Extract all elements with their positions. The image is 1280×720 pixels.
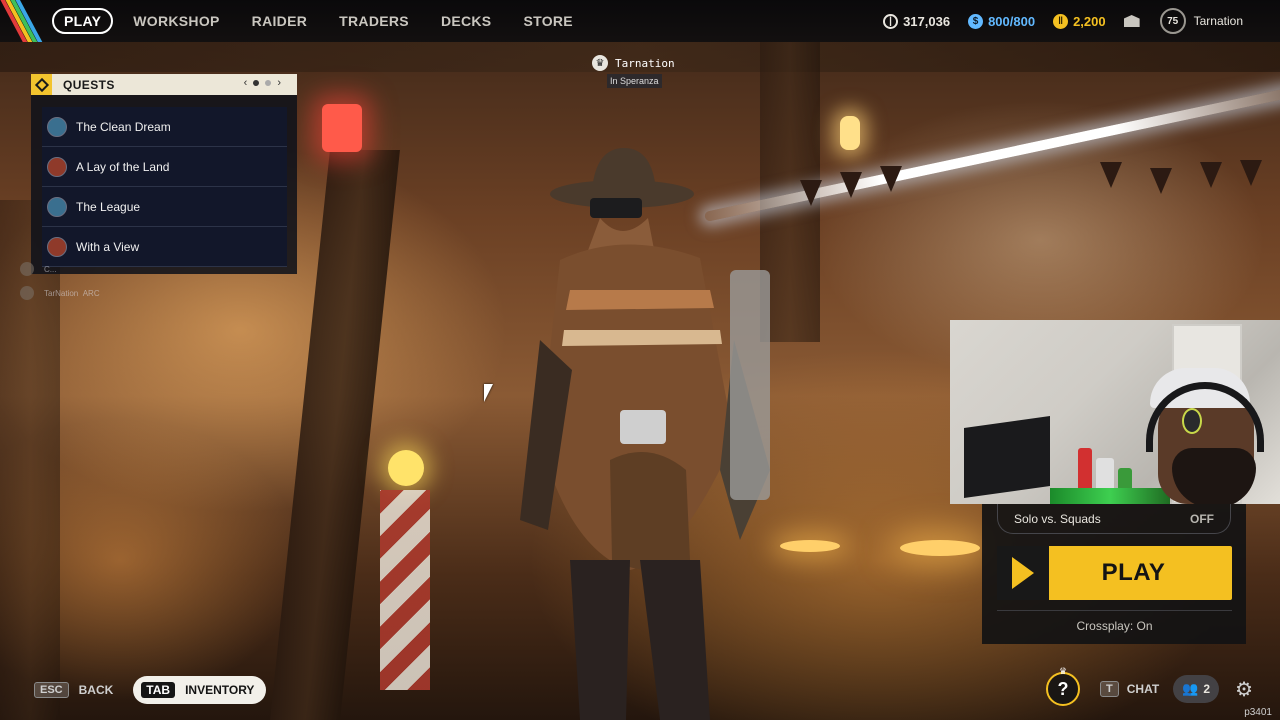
gear-icon[interactable]: ⚙ [1232,677,1256,701]
coins-currency[interactable]: | 317,036 [883,13,951,29]
webcam-monitor [964,415,1050,499]
play-panel: Solo vs. Squads OFF PLAY Crossplay: On [982,504,1246,644]
nav-raider[interactable]: RAIDER [252,7,307,35]
crown-icon: ♛ [1059,666,1068,676]
bottom-left-controls: ESC BACK TAB INVENTORY [34,676,267,704]
question-mark-icon: ? [1057,678,1069,699]
raider-token-currency[interactable]: $ 800/800 [968,13,1036,29]
avatar [20,262,34,276]
raider-token-value: 800/800 [988,13,1036,29]
party-member-tag: ARC [82,288,100,298]
crown-crest-icon: ♛ [592,55,608,71]
quest-giver-icon [47,156,67,177]
crossplay-status: Crossplay: On [997,610,1232,633]
play-button[interactable]: PLAY [997,546,1232,600]
quest-label: The Clean Dream [76,119,171,134]
back-button[interactable]: BACK [79,683,114,697]
webcam-rgb-light [1050,488,1170,504]
coins-icon: | [883,13,899,29]
nav-decks[interactable]: DECKS [441,7,492,35]
page-dot[interactable] [265,80,272,86]
microphone-icon [1182,408,1202,434]
nav-store[interactable]: STORE [523,7,572,35]
tab-key-hint: TAB [141,682,176,698]
nav-play[interactable]: PLAY [52,8,114,34]
webcam-beard [1172,448,1256,504]
quest-item[interactable]: The Clean Dream [42,107,287,147]
chevron-right-icon[interactable]: › [277,77,281,89]
mouse-cursor-icon [484,384,493,402]
party-member-name: C... [44,264,57,274]
build-version: p3401 [1244,707,1272,718]
inventory-label: INVENTORY [185,683,255,697]
cred-value: 2,200 [1073,13,1106,29]
quest-giver-icon [47,116,67,137]
friends-count: 2 [1203,682,1211,696]
nav-traders[interactable]: TRADERS [339,7,409,35]
quest-label: The League [76,199,141,214]
raider-token-icon: $ [968,13,984,29]
player-name[interactable]: Tarnation [1194,14,1243,28]
quest-diamond-icon [31,74,52,95]
t-key-hint[interactable]: T [1100,681,1119,697]
solo-vs-squads-value: OFF [1190,511,1214,526]
chevron-left-icon[interactable]: ‹ [244,77,248,89]
streamer-webcam-overlay [950,320,1280,504]
quest-list: The Clean Dream A Lay of the Land The Le… [42,107,287,267]
player-tag-name: Tarnation [615,56,675,70]
cred-icon: ‖ [1053,13,1069,29]
quests-pager: ‹ › [244,77,281,89]
cred-currency[interactable]: ‖ 2,200 [1053,13,1106,29]
party-list: C... TarNation ARC [20,262,100,310]
quests-header: QUESTS ‹ › [31,74,297,95]
mail-icon[interactable] [1123,15,1140,27]
friends-button[interactable]: 👥 2 [1173,675,1220,703]
solo-vs-squads-label: Solo vs. Squads [1014,511,1101,526]
raider-character [520,148,770,720]
quest-giver-icon [47,236,67,257]
esc-key-hint[interactable]: ESC [34,682,69,698]
coins-value: 317,036 [903,13,951,29]
bottom-right-controls: ♛ ? T CHAT 👥 2 ⚙ [1046,666,1256,706]
player-location: In Speranza [607,74,662,88]
brand-stripes-logo [0,0,44,42]
quest-label: A Lay of the Land [76,159,170,174]
party-member-name: TarNation [44,288,79,298]
quest-label: With a View [76,239,140,254]
solo-vs-squads-toggle[interactable]: Solo vs. Squads OFF [997,504,1231,534]
top-navigation-bar: PLAY WORKSHOP RAIDER TRADERS DECKS STORE… [0,0,1280,42]
play-button-label: PLAY [1101,559,1166,586]
quest-item[interactable]: The League [42,187,287,227]
avatar [20,286,34,300]
nav-workshop[interactable]: WORKSHOP [133,7,219,35]
quest-giver-icon [47,196,67,217]
player-level-badge[interactable]: 75 [1159,8,1186,34]
inventory-button[interactable]: TAB INVENTORY [133,676,267,704]
help-button[interactable]: ♛ ? [1046,666,1080,706]
quest-item[interactable]: With a View [42,227,287,267]
currency-bar: | 317,036 $ 800/800 ‖ 2,200 75 Tarnation [883,0,1280,42]
main-nav: PLAY WORKSHOP RAIDER TRADERS DECKS STORE [52,7,605,35]
page-dot-active[interactable] [253,80,260,86]
quests-panel: QUESTS ‹ › The Clean Dream A Lay of the … [31,74,297,274]
player-tag: ♛ Tarnation In Speranza [592,55,702,89]
quest-item[interactable]: A Lay of the Land [42,147,287,187]
chat-button[interactable]: CHAT [1127,682,1159,696]
play-chevron-icon [997,546,1049,600]
quests-title: QUESTS [63,77,115,92]
people-icon: 👥 [1182,681,1199,696]
